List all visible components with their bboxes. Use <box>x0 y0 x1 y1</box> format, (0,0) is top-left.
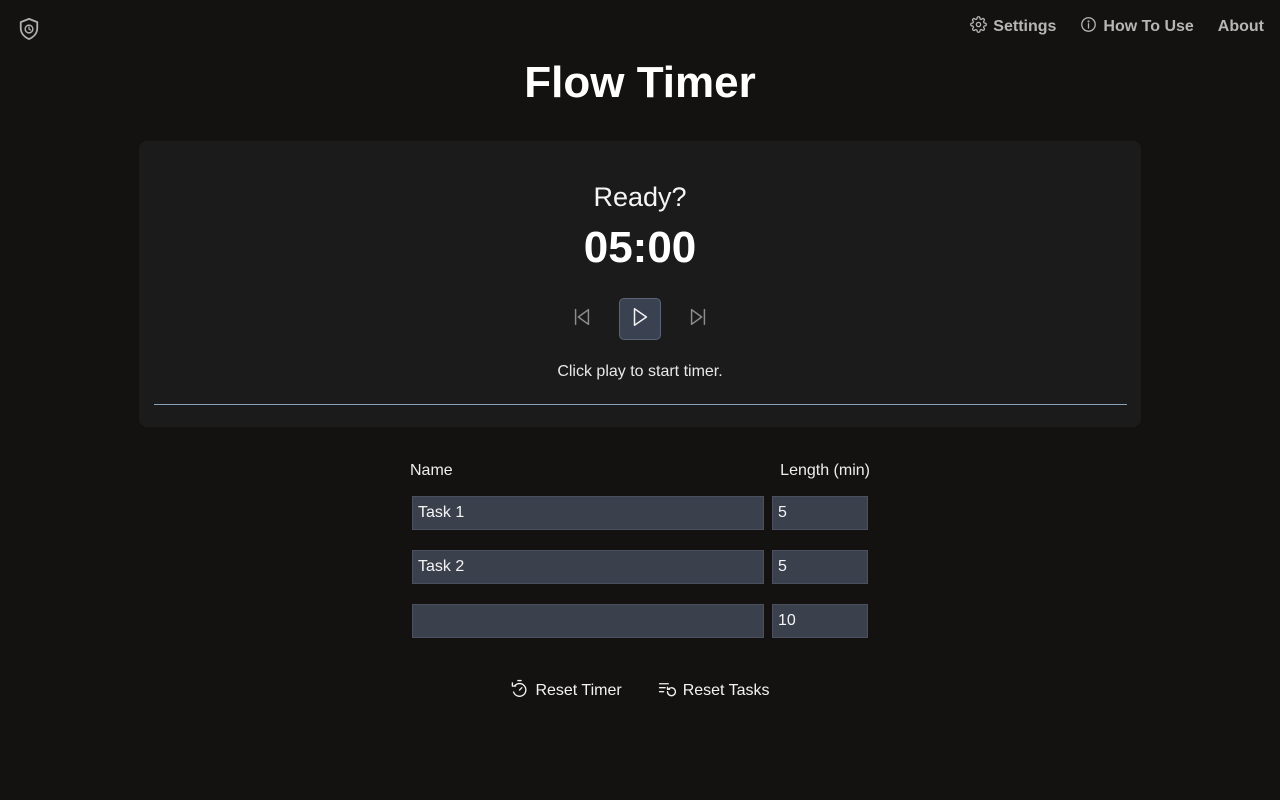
skip-forward-icon <box>687 306 709 333</box>
reset-tasks-label: Reset Tasks <box>682 682 770 699</box>
timer-status: Ready? <box>593 182 687 212</box>
app-logo-shield-icon[interactable] <box>18 17 40 41</box>
next-button[interactable] <box>677 298 719 340</box>
nav-how-to-use[interactable]: How To Use <box>1080 16 1194 38</box>
task-name-input[interactable] <box>412 496 764 530</box>
timer-divider <box>154 404 1127 405</box>
timer-panel: Ready? 05:00 Click play to start timer. <box>139 141 1141 427</box>
length-column-header: Length (min) <box>780 462 870 479</box>
top-nav: Settings How To Use About <box>946 16 1264 38</box>
nav-about[interactable]: About <box>1218 17 1264 37</box>
task-length-input[interactable] <box>772 550 868 584</box>
nav-about-label: About <box>1217 18 1264 35</box>
timer-display: 05:00 <box>583 223 697 272</box>
info-icon <box>1080 16 1097 38</box>
list-reset-icon <box>658 679 677 703</box>
task-row <box>412 604 870 638</box>
timer-hint: Click play to start timer. <box>557 363 723 380</box>
gear-icon <box>970 16 988 38</box>
action-bar: Reset Timer Reset Tasks <box>0 679 1280 703</box>
stopwatch-reset-icon <box>510 679 529 703</box>
name-column-header: Name <box>410 462 453 479</box>
page-title: Flow Timer <box>524 58 756 107</box>
nav-how-to-use-label: How To Use <box>1103 18 1194 35</box>
task-list: Name Length (min) <box>410 462 870 638</box>
task-name-input[interactable] <box>412 604 764 638</box>
reset-timer-label: Reset Timer <box>535 682 622 699</box>
reset-tasks-button[interactable]: Reset Tasks <box>658 679 770 703</box>
task-length-input[interactable] <box>772 496 868 530</box>
play-button[interactable] <box>619 298 661 340</box>
previous-button[interactable] <box>561 298 603 340</box>
task-length-input[interactable] <box>772 604 868 638</box>
nav-settings-label: Settings <box>993 18 1057 35</box>
skip-back-icon <box>571 306 593 333</box>
task-name-input[interactable] <box>412 550 764 584</box>
timer-controls <box>139 298 1141 340</box>
nav-settings[interactable]: Settings <box>970 16 1057 38</box>
task-row <box>412 550 870 584</box>
play-icon <box>629 306 651 333</box>
task-row <box>412 496 870 530</box>
reset-timer-button[interactable]: Reset Timer <box>510 679 622 703</box>
task-list-header: Name Length (min) <box>410 462 870 482</box>
